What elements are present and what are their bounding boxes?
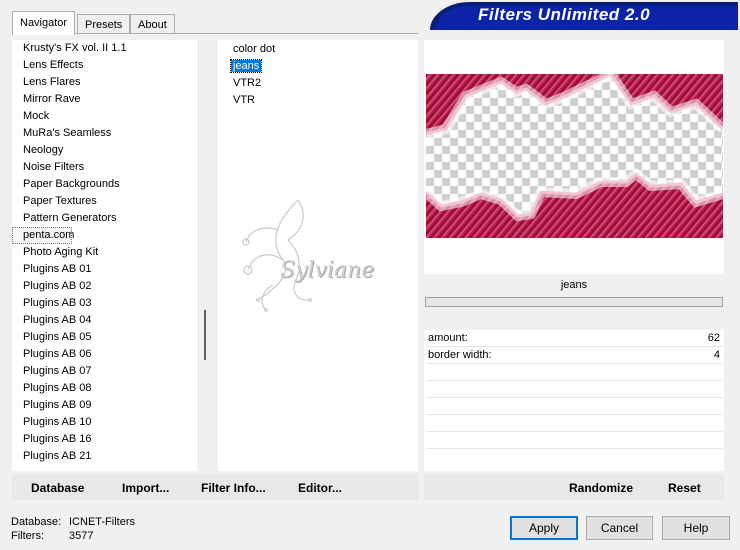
filter-preview: [426, 74, 723, 238]
category-list[interactable]: Krusty's FX vol. II 1.1 Lens Effects Lens …: [12, 40, 197, 471]
category-item[interactable]: Plugins AB 02: [12, 278, 197, 295]
category-item[interactable]: Paper Backgrounds: [12, 176, 197, 193]
category-item[interactable]: Plugins AB 05: [12, 329, 197, 346]
param-label: border width:: [428, 349, 492, 361]
filter-item-label: jeans: [229, 59, 263, 73]
category-item[interactable]: Plugins AB 01: [12, 261, 197, 278]
category-item[interactable]: Lens Effects: [12, 57, 197, 74]
category-item[interactable]: MuRa's Seamless: [12, 125, 197, 142]
category-item[interactable]: Plugins AB 21: [12, 448, 197, 465]
param-value[interactable]: 62: [708, 332, 720, 344]
category-item[interactable]: Plugins AB 07: [12, 363, 197, 380]
param-value[interactable]: 4: [714, 349, 720, 361]
param-row-border-width[interactable]: border width: 4: [426, 347, 723, 364]
filters-count-value: 3577: [69, 530, 94, 542]
param-row-empty: [426, 364, 723, 381]
help-button[interactable]: Help: [662, 516, 730, 540]
filter-info-button[interactable]: Filter Info...: [201, 481, 266, 495]
filter-name-label: jeans: [424, 274, 724, 296]
param-row-empty: [426, 415, 723, 432]
category-scrollbar-thumb[interactable]: [204, 310, 206, 360]
filter-item[interactable]: jeans: [218, 58, 418, 75]
category-item[interactable]: Plugins AB 04: [12, 312, 197, 329]
category-item[interactable]: Plugins AB 10: [12, 414, 197, 431]
category-item[interactable]: Mirror Rave: [12, 91, 197, 108]
category-item[interactable]: Plugins AB 09: [12, 397, 197, 414]
tab-presets[interactable]: Presets: [77, 14, 131, 34]
watermark-text: Sylviane: [280, 258, 375, 283]
param-row-empty: [426, 381, 723, 398]
param-row-empty: [426, 449, 723, 466]
tab-about[interactable]: About: [130, 14, 175, 34]
category-item[interactable]: Plugins AB 03: [12, 295, 197, 312]
category-item[interactable]: Mock: [12, 108, 197, 125]
param-row-empty: [426, 398, 723, 415]
category-item[interactable]: Plugins AB 16: [12, 431, 197, 448]
filter-item[interactable]: VTR2: [218, 75, 418, 92]
category-item[interactable]: Pattern Generators: [12, 210, 197, 227]
category-item[interactable]: Krusty's FX vol. II 1.1: [12, 40, 197, 57]
tab-navigator[interactable]: Navigator: [12, 11, 76, 35]
app-title: Filters Unlimited 2.0: [478, 5, 651, 24]
category-item[interactable]: Paper Textures: [12, 193, 197, 210]
randomize-button[interactable]: Randomize: [569, 481, 633, 495]
category-item[interactable]: Noise Filters: [12, 159, 197, 176]
category-item[interactable]: penta.com: [12, 227, 74, 244]
apply-button[interactable]: Apply: [510, 516, 578, 540]
filter-list[interactable]: color dot jeans VTR2 VTR Sylviane: [218, 40, 418, 471]
filter-item-label: VTR: [233, 94, 255, 106]
filters-count-label: Filters:: [11, 530, 44, 542]
param-row-empty: [426, 432, 723, 449]
category-item[interactable]: Plugins AB 08: [12, 380, 197, 397]
filter-item-label: color dot: [233, 43, 276, 55]
title-banner: Filters Unlimited 2.0: [430, 2, 738, 30]
category-item[interactable]: Photo Aging Kit: [12, 244, 197, 261]
category-item[interactable]: Lens Flares: [12, 74, 197, 91]
filter-item[interactable]: VTR: [218, 92, 418, 109]
cancel-button[interactable]: Cancel: [586, 516, 653, 540]
database-value: ICNET-Filters: [69, 516, 135, 528]
filter-progress-bar: [425, 297, 723, 307]
category-item[interactable]: Neology: [12, 142, 197, 159]
import-button[interactable]: Import...: [122, 481, 169, 495]
category-item[interactable]: Plugins AB 06: [12, 346, 197, 363]
param-label: amount:: [428, 332, 468, 344]
filter-item-label: VTR2: [233, 77, 262, 89]
reset-button[interactable]: Reset: [668, 481, 701, 495]
database-label: Database:: [11, 516, 62, 528]
param-row-amount[interactable]: amount: 62: [426, 330, 723, 347]
filter-item[interactable]: color dot: [218, 41, 418, 58]
category-scrollbar[interactable]: [197, 40, 212, 471]
database-button[interactable]: Database: [31, 481, 84, 495]
watermark-ornament: [242, 199, 312, 312]
editor-button[interactable]: Editor...: [298, 481, 342, 495]
